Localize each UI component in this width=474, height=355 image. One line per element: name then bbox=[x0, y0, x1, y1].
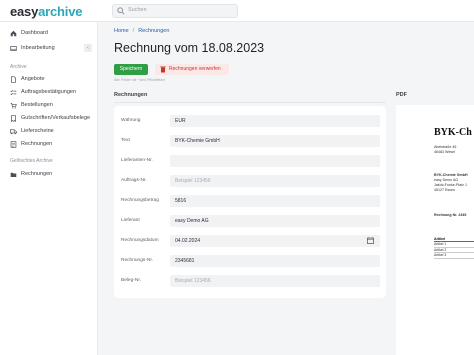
section-divider bbox=[114, 102, 386, 103]
home-icon bbox=[10, 30, 17, 37]
sidebar-item-angebote[interactable]: Angebote bbox=[0, 74, 98, 86]
page-title: Rechnung vom 18.08.2023 bbox=[114, 41, 265, 55]
form-row-lieferanten-nr: Lieferanten-Nr. bbox=[114, 152, 386, 170]
required-hint: Alle Felder mit * sind Pflichtfelder bbox=[114, 78, 166, 82]
pdf-sender-line: Abelstraße 45 bbox=[434, 145, 457, 149]
inbox-icon bbox=[10, 46, 17, 51]
sidebar-item-deleted-rechnungen[interactable]: Rechnungen bbox=[0, 169, 98, 181]
sidebar-item-label: Gutschriften/Verkaufsbelege bbox=[21, 115, 91, 121]
form-row-auftrags-nr: Auftrags-Nr. Beispiel 123456 bbox=[114, 172, 386, 190]
sidebar-item-dashboard[interactable]: Dashboard bbox=[0, 28, 98, 40]
checklist-icon bbox=[10, 90, 17, 96]
pdf-recipient-line: easy Demo AG bbox=[434, 178, 459, 182]
form-row-lieferant: Lieferant easy Demo AG bbox=[114, 212, 386, 230]
form-row-rechnungsdatum: Rechnungsdatum 04.02.2024 bbox=[114, 232, 386, 250]
invoice-date-value: 04.02.2024 bbox=[175, 238, 201, 244]
field-label: Beleg-Nr. bbox=[121, 278, 141, 283]
search-placeholder: Suchen bbox=[128, 7, 147, 13]
calendar-icon[interactable] bbox=[367, 237, 374, 244]
sidebar-item-inbearbeitung[interactable]: Inbearbeitung ‹ bbox=[0, 43, 98, 55]
sidebar-item-label: Auftragsbestätigungen bbox=[21, 89, 77, 95]
sidebar-item-auftragsbestaetigungen[interactable]: Auftragsbestätigungen bbox=[0, 87, 98, 99]
field-label: Text bbox=[121, 138, 130, 143]
breadcrumb: Home / Rechnungen bbox=[114, 28, 169, 34]
sidebar: Dashboard Inbearbeitung ‹ Archive Angebo… bbox=[0, 22, 98, 355]
sidebar-item-label: Rechnungen bbox=[21, 141, 53, 147]
invoice-form-card: Währung EUR Text BYK-Chemie GmbH Liefera… bbox=[114, 106, 386, 298]
pdf-items-table: Artikel Artikel 1 Artikel 2 Artikel 3 bbox=[434, 237, 474, 259]
field-label: Lieferant bbox=[121, 218, 140, 223]
save-button[interactable]: Speichern bbox=[114, 64, 148, 75]
sidebar-item-label: Angebote bbox=[21, 76, 45, 82]
pdf-table-row: Artikel 3 bbox=[434, 253, 474, 259]
pdf-recipient-line: 45127 Essen bbox=[434, 188, 455, 192]
pdf-company-title: BYK-Ch bbox=[434, 127, 472, 138]
collapse-sidebar-button[interactable]: ‹ bbox=[84, 44, 92, 52]
invoice-number-field[interactable]: 2345681 bbox=[170, 255, 380, 267]
pdf-recipient-line: Jakob-Funke-Platz 1 bbox=[434, 183, 467, 187]
field-label: Lieferanten-Nr. bbox=[121, 158, 153, 163]
logo-text: easy bbox=[10, 4, 39, 19]
field-label: Auftrags-Nr. bbox=[121, 178, 147, 183]
discard-button[interactable]: Rechnungen verwerfen bbox=[155, 64, 229, 75]
discard-button-label: Rechnungen verwerfen bbox=[169, 66, 221, 72]
folder-icon bbox=[10, 172, 17, 177]
cart-icon bbox=[10, 103, 17, 109]
sidebar-item-bestellungen[interactable]: Bestellungen bbox=[0, 100, 98, 112]
form-row-text: Text BYK-Chemie GmbH bbox=[114, 132, 386, 150]
section-title-pdf: PDF bbox=[396, 92, 407, 98]
app-logo[interactable]: easyarchive bbox=[10, 4, 82, 19]
pdf-invoice-number: Rechnung Nr. 2345 bbox=[434, 213, 467, 217]
sidebar-item-rechnungen[interactable]: Rechnungen bbox=[0, 139, 98, 151]
pdf-recipient-line: BYK-Chemie GmbH bbox=[434, 173, 468, 177]
section-title-rechnungen: Rechnungen bbox=[114, 92, 148, 98]
document-number-field[interactable]: Beispiel 123456 bbox=[170, 275, 380, 287]
sidebar-item-label: Inbearbeitung bbox=[21, 45, 55, 51]
search-input[interactable]: Suchen bbox=[112, 4, 238, 18]
currency-field[interactable]: EUR bbox=[170, 115, 380, 127]
breadcrumb-separator: / bbox=[132, 28, 135, 34]
breadcrumb-home-link[interactable]: Home bbox=[114, 28, 129, 34]
pdf-sender-line: 46483 Wesel bbox=[434, 150, 455, 154]
form-row-rechnungs-nr: Rechnungs-Nr. 2345681 bbox=[114, 252, 386, 270]
sidebar-section-archive: Archive bbox=[10, 64, 27, 70]
field-label: Währung bbox=[121, 118, 141, 123]
form-row-beleg-nr: Beleg-Nr. Beispiel 123456 bbox=[114, 272, 386, 290]
breadcrumb-rechnungen-link[interactable]: Rechnungen bbox=[138, 28, 169, 34]
receipt-icon bbox=[11, 115, 16, 122]
invoice-amount-field[interactable]: 5816 bbox=[170, 195, 380, 207]
search-icon bbox=[117, 7, 125, 15]
form-row-rechnungsbetrag: Rechnungsbetrag 5816 bbox=[114, 192, 386, 210]
pdf-preview[interactable]: BYK-Ch Abelstraße 45 46483 Wesel BYK-Che… bbox=[396, 105, 474, 355]
invoice-date-field[interactable]: 04.02.2024 bbox=[170, 235, 380, 247]
field-label: Rechnungsdatum bbox=[121, 238, 159, 243]
sidebar-section-deleted: Gelöschtes Archive bbox=[10, 158, 53, 164]
supplier-field[interactable]: easy Demo AG bbox=[170, 215, 380, 227]
form-row-waehrung: Währung EUR bbox=[114, 112, 386, 130]
invoice-icon bbox=[10, 141, 17, 148]
sidebar-item-label: Bestellungen bbox=[21, 102, 53, 108]
field-label: Rechnungsbetrag bbox=[121, 198, 159, 203]
truck-icon bbox=[10, 129, 17, 135]
order-number-field[interactable]: Beispiel 123456 bbox=[170, 175, 380, 187]
sidebar-item-lieferscheine[interactable]: Lieferscheine bbox=[0, 126, 98, 138]
sidebar-item-label: Rechnungen bbox=[21, 171, 53, 177]
logo-accent-text: archive bbox=[38, 4, 83, 19]
supplier-number-field[interactable] bbox=[170, 155, 380, 167]
sidebar-item-gutschriften[interactable]: Gutschriften/Verkaufsbelege bbox=[0, 113, 98, 125]
sidebar-item-label: Dashboard bbox=[21, 30, 48, 36]
document-icon bbox=[11, 76, 16, 83]
sidebar-item-label: Lieferscheine bbox=[21, 128, 54, 134]
text-field[interactable]: BYK-Chemie GmbH bbox=[170, 135, 380, 147]
trash-icon bbox=[160, 66, 166, 73]
top-bar: easyarchive Suchen bbox=[0, 0, 474, 22]
field-label: Rechnungs-Nr. bbox=[121, 258, 153, 263]
